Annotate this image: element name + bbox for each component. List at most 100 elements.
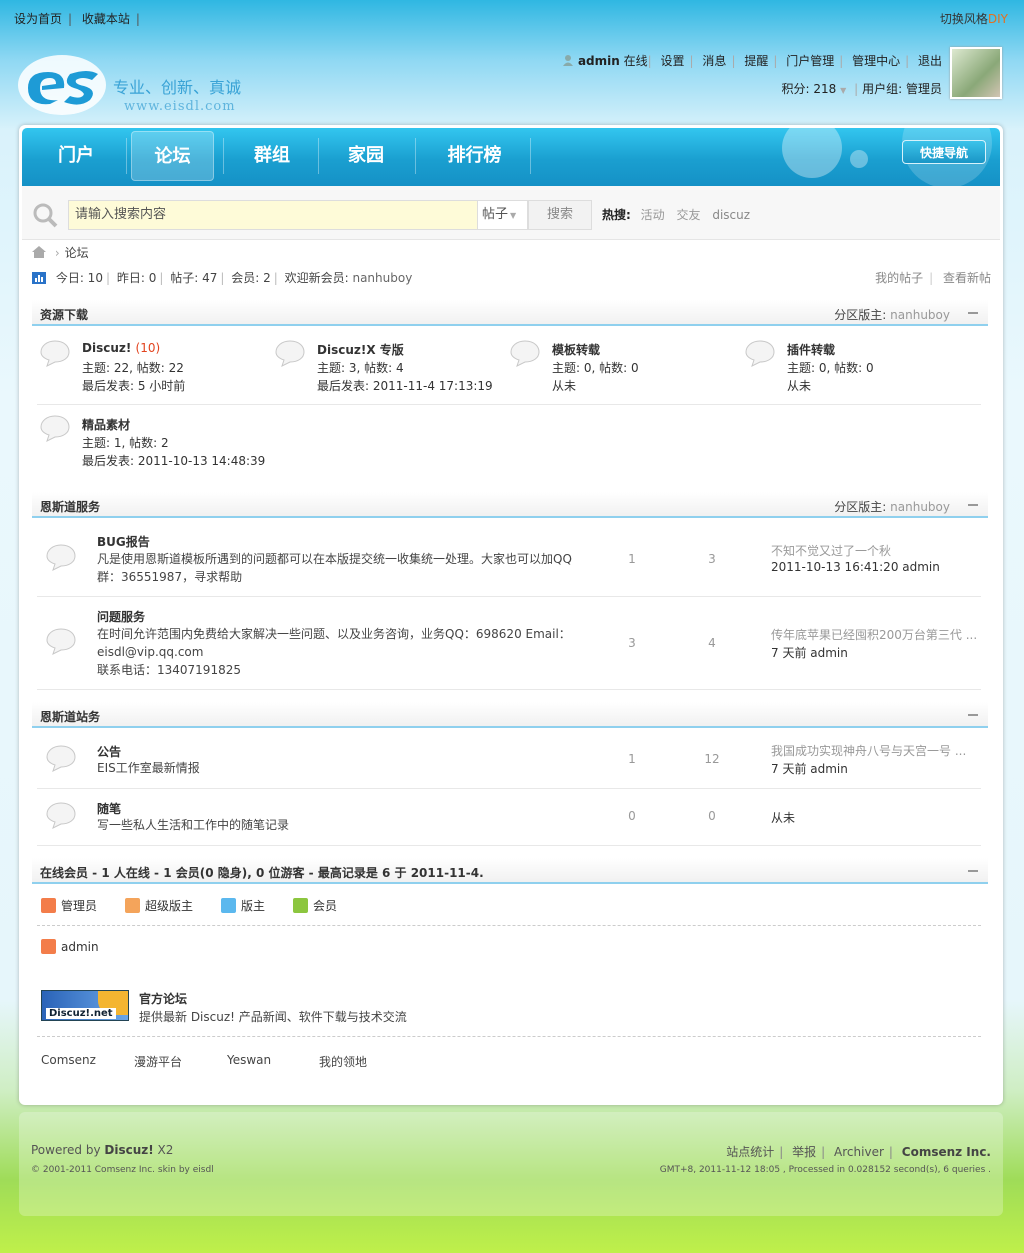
report-link[interactable]: 举报 xyxy=(792,1145,816,1159)
switch-style-link[interactable]: 切换风格DIY xyxy=(940,10,1008,27)
online-user[interactable]: admin xyxy=(41,939,99,954)
section-header[interactable]: 恩斯道服务 分区版主: nanhuboy xyxy=(32,492,988,518)
forum-stats: 今日: 10 | 昨日: 0 | 帖子: 47 | 会员: 2 | 欢迎新会员: nan… xyxy=(32,269,412,286)
points-menu[interactable]: 积分: 218 xyxy=(782,82,837,96)
partner-name[interactable]: 官方论坛 xyxy=(139,990,187,1007)
section-moderator: 分区版主: nanhuboy xyxy=(834,308,950,322)
partner-logo[interactable]: Discuz!.net xyxy=(41,990,129,1021)
company-link[interactable]: Comsenz Inc. xyxy=(902,1145,991,1159)
notifications-link[interactable]: 提醒 xyxy=(744,54,768,68)
post-count: 4 xyxy=(708,636,716,650)
collapse-icon[interactable] xyxy=(968,312,978,314)
forum-name[interactable]: 公告 xyxy=(97,743,121,760)
forum-name[interactable]: Discuz! (10) xyxy=(82,341,160,355)
friend-link[interactable]: Yeswan xyxy=(227,1053,271,1067)
quick-nav-button[interactable]: 快捷导航 xyxy=(902,140,986,164)
forum-last-post[interactable]: 最后发表: 5 小时前 xyxy=(82,377,185,394)
collapse-icon[interactable] xyxy=(968,714,978,716)
last-post-info[interactable]: 7 天前 admin xyxy=(771,760,848,777)
section-header[interactable]: 资源下载 分区版主: nanhuboy xyxy=(32,300,988,326)
forum-icon xyxy=(46,745,76,772)
hot-search-link[interactable]: 交友 xyxy=(676,208,700,222)
forum-last-post[interactable]: 最后发表: 2011-11-4 17:13:19 xyxy=(317,377,493,394)
forum-name[interactable]: Discuz!X 专版 xyxy=(317,341,404,358)
site-stats-link[interactable]: 站点统计 xyxy=(726,1145,774,1159)
search-bar: 请输入搜索内容 帖子 ▼ 搜索 热搜: 活动 交友 discuz xyxy=(22,186,1000,240)
forum-name[interactable]: 精品素材 xyxy=(82,416,130,433)
user-info: 积分: 218 ▼ | 用户组: 管理员 xyxy=(781,82,942,96)
last-post-title[interactable]: 我国成功实现神舟八号与天宫一号 ... xyxy=(771,742,966,759)
forum-name[interactable]: 模板转载 xyxy=(552,341,600,358)
home-icon[interactable] xyxy=(32,246,46,258)
post-count: 12 xyxy=(704,752,720,766)
last-post-info: 从未 xyxy=(771,811,796,825)
hot-search-link[interactable]: 活动 xyxy=(641,208,665,222)
section-title[interactable]: 恩斯道站务 xyxy=(40,708,100,725)
last-post-info[interactable]: 7 天前 admin xyxy=(771,644,848,661)
collapse-icon[interactable] xyxy=(968,504,978,506)
diy-label[interactable]: DIY xyxy=(988,12,1008,26)
last-post-title[interactable]: 不知不觉又过了一个秋 xyxy=(771,542,891,559)
breadcrumb-current[interactable]: 论坛 xyxy=(65,246,89,260)
forum-name[interactable]: BUG报告 xyxy=(97,533,150,550)
hot-search-link[interactable]: discuz xyxy=(712,208,750,222)
messages-link[interactable]: 消息 xyxy=(702,54,726,68)
friend-link[interactable]: 我的领地 xyxy=(319,1053,367,1070)
set-home-link[interactable]: 设为首页 xyxy=(14,12,62,26)
last-post-title[interactable]: 传年底苹果已经囤积200万台第三代 ... xyxy=(771,626,977,643)
forum-last-post: 从未 xyxy=(552,379,577,393)
nav-item-home[interactable]: 家园 xyxy=(326,130,406,182)
my-posts-link[interactable]: 我的帖子 xyxy=(875,271,923,285)
site-logo[interactable] xyxy=(18,54,108,116)
collapse-icon[interactable] xyxy=(968,870,978,872)
admin-center-link[interactable]: 管理中心 xyxy=(852,54,900,68)
section-title[interactable]: 资源下载 xyxy=(40,306,88,323)
newest-member-link[interactable]: nanhuboy xyxy=(352,271,412,285)
user-icon xyxy=(563,55,574,66)
search-icon xyxy=(33,203,58,228)
settings-link[interactable]: 设置 xyxy=(661,54,685,68)
stat-members: 会员: 2 xyxy=(231,271,271,285)
avatar[interactable] xyxy=(950,47,1002,99)
forum-description: 在时间允许范围内免费给大家解决一些问题、以及业务咨询，业务QQ：698620 E… xyxy=(97,627,571,677)
hot-searches: 热搜: 活动 交友 discuz xyxy=(602,206,758,223)
top-bar: 设为首页 | 收藏本站 | 切换风格DIY xyxy=(0,0,1024,34)
forum-icon xyxy=(745,340,775,367)
nav-item-groups[interactable]: 群组 xyxy=(232,130,312,182)
search-button[interactable]: 搜索 xyxy=(528,200,592,230)
search-input[interactable]: 请输入搜索内容 xyxy=(68,200,478,230)
nav-item-ranking[interactable]: 排行榜 xyxy=(427,130,522,182)
partner-description: 提供最新 Discuz! 产品新闻、软件下载与技术交流 xyxy=(139,1010,407,1024)
username[interactable]: admin xyxy=(578,54,620,68)
legend-supermod: 超级版主 xyxy=(125,897,193,914)
last-post-info[interactable]: 2011-10-13 16:41:20 admin xyxy=(771,560,940,574)
portal-admin-link[interactable]: 门户管理 xyxy=(786,54,834,68)
nav-item-portal[interactable]: 门户 xyxy=(40,130,112,182)
footer: Powered by Discuz! X2 © 2001-2011 Comsen… xyxy=(19,1112,1003,1216)
debug-info: GMT+8, 2011-11-12 18:05 , Processed in 0… xyxy=(659,1165,991,1175)
forum-icon xyxy=(275,340,305,367)
forum-description: 凡是使用恩斯道模板所遇到的问题都可以在本版提交统一收集统一处理。大家也可以加QQ… xyxy=(97,552,572,584)
main-panel: 门户 论坛 群组 家园 排行榜 快捷导航 请输入搜索内容 帖子 ▼ 搜索 热搜: … xyxy=(19,125,1003,1105)
thread-count: 0 xyxy=(628,809,636,823)
friend-link[interactable]: Comsenz xyxy=(41,1053,96,1067)
friend-link[interactable]: 漫游平台 xyxy=(134,1053,182,1070)
bookmark-link[interactable]: 收藏本站 xyxy=(82,12,130,26)
forum-name[interactable]: 随笔 xyxy=(97,800,121,817)
online-title[interactable]: 在线会员 - 1 人在线 - 1 会员(0 隐身), 0 位游客 - 最高记录是… xyxy=(40,864,484,881)
new-posts-link[interactable]: 查看新帖 xyxy=(943,271,991,285)
nav-item-forum[interactable]: 论坛 xyxy=(131,131,214,181)
forum-stats: 主题: 3, 帖数: 4 xyxy=(317,361,404,375)
logout-link[interactable]: 退出 xyxy=(918,54,942,68)
archiver-link[interactable]: Archiver xyxy=(834,1145,884,1159)
forum-name[interactable]: 插件转载 xyxy=(787,341,835,358)
online-header[interactable]: 在线会员 - 1 人在线 - 1 会员(0 隐身), 0 位游客 - 最高记录是… xyxy=(32,858,988,884)
forum-last-post[interactable]: 最后发表: 2011-10-13 14:48:39 xyxy=(82,452,265,469)
forum-name[interactable]: 问题服务 xyxy=(97,608,145,625)
search-type-select[interactable]: 帖子 ▼ xyxy=(478,200,528,230)
forum-icon xyxy=(46,802,76,829)
section-title[interactable]: 恩斯道服务 xyxy=(40,498,100,515)
product-link[interactable]: Discuz! xyxy=(104,1143,153,1157)
section-header[interactable]: 恩斯道站务 xyxy=(32,702,988,728)
powered-by: Powered by Discuz! X2 xyxy=(31,1143,174,1157)
